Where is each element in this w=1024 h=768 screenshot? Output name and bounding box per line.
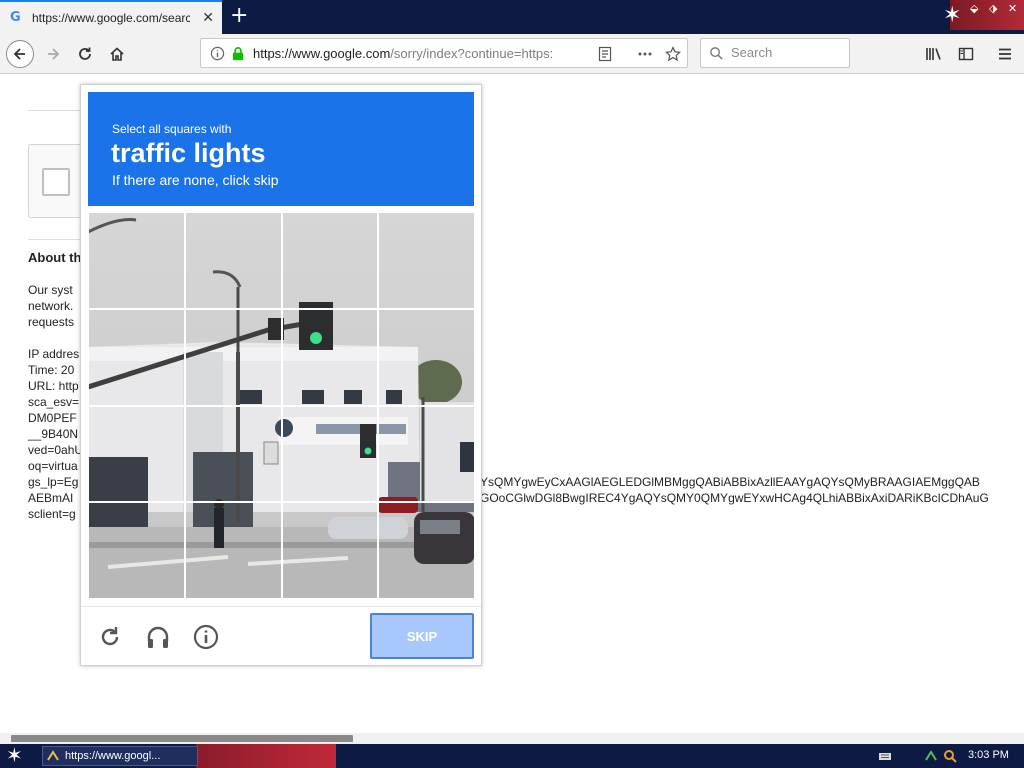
star-logo-icon: ✶ — [943, 2, 962, 27]
page-text-line: gs_lp=Eg — [28, 475, 79, 489]
forward-arrow-icon — [48, 48, 60, 60]
grid-tile[interactable] — [88, 212, 185, 309]
maximize-icon[interactable]: ⬗ — [989, 3, 999, 14]
library-button[interactable] — [920, 40, 948, 68]
taskbar: ✶ https://www.googl... 3:03 PM — [0, 744, 1024, 768]
hamburger-menu-icon — [999, 48, 1011, 60]
challenge-header: Select all squares with traffic lights I… — [88, 92, 474, 206]
grid-tile[interactable] — [88, 502, 185, 599]
taskbar-browser-button[interactable]: https://www.googl... — [42, 746, 198, 766]
search-icon — [710, 47, 723, 60]
home-icon — [110, 47, 124, 61]
tab-strip: G https://www.google.com/search? ✕ + ✶ ⬙… — [0, 0, 1024, 34]
image-grid — [88, 212, 475, 599]
info-icon[interactable] — [192, 623, 220, 651]
about-heading: About th — [28, 250, 82, 265]
recaptcha-challenge-dialog: Select all squares with traffic lights I… — [80, 84, 482, 666]
grid-tile[interactable] — [184, 308, 282, 406]
recaptcha-widget — [28, 144, 88, 218]
forward-button[interactable] — [39, 40, 67, 68]
grid-tile[interactable] — [184, 502, 282, 599]
active-tab[interactable]: G https://www.google.com/search? ✕ — [0, 0, 222, 34]
taskbar-button-label: https://www.googl... — [65, 750, 161, 762]
page-text-line-overflow: GOoCGlwDGl8BwgIREC4YgAQYsQMY0QMYgwEYxwHC… — [480, 491, 989, 505]
image-tiles — [88, 212, 475, 599]
footer-divider — [81, 606, 481, 607]
grid-tile[interactable] — [281, 212, 379, 309]
url-bar[interactable]: https://www.google.com/sorry/index?conti… — [200, 38, 688, 68]
divider — [28, 110, 88, 111]
taskbar-accent — [196, 744, 336, 768]
page-text-line: network. — [28, 299, 74, 313]
search-tray-icon[interactable] — [943, 749, 957, 763]
navigation-toolbar: https://www.google.com/sorry/index?conti… — [0, 34, 1024, 74]
tab-close-icon[interactable]: ✕ — [202, 10, 214, 26]
new-tab-button[interactable]: + — [230, 5, 248, 27]
url-text[interactable]: https://www.google.com/sorry/index?conti… — [253, 46, 563, 61]
close-window-icon[interactable]: ✕ — [1008, 3, 1018, 14]
minimize-icon[interactable]: ⬙ — [970, 3, 980, 14]
grid-tile[interactable] — [281, 405, 379, 503]
grid-tile[interactable] — [378, 212, 475, 309]
search-box[interactable] — [700, 38, 850, 68]
sidebar-icon — [958, 47, 974, 61]
page-text-line: AEBmAI — [28, 491, 74, 505]
page-text-line: sca_esv= — [28, 395, 80, 409]
recaptcha-checkbox[interactable] — [42, 168, 70, 196]
target-object-label: traffic lights — [111, 138, 266, 168]
instruction-subtext: If there are none, click skip — [112, 172, 279, 188]
horizontal-scrollbar[interactable] — [0, 733, 1024, 744]
page-text-line: requests — [28, 315, 75, 329]
reload-icon — [79, 47, 91, 60]
page-text-line: oq=virtua — [28, 459, 78, 473]
grid-tile[interactable] — [184, 405, 282, 503]
instruction-text: Select all squares with — [112, 122, 232, 136]
window-controls: ⬙ ⬗ ✕ — [970, 3, 1018, 14]
page-text-line-overflow: YsQMYgwEyCxAAGlAEGLEDGlMBMggQABiABBixAzl… — [480, 475, 980, 489]
scrollbar-thumb[interactable] — [11, 735, 353, 742]
url-path: /sorry/index?continue=https: — [390, 46, 554, 61]
bookmark-star-icon[interactable] — [665, 46, 681, 62]
taskbar-clock: 3:03 PM — [968, 749, 1009, 761]
reader-view-icon[interactable] — [597, 46, 613, 62]
grid-tile[interactable] — [281, 502, 379, 599]
page-text-line: ved=0ahU — [28, 443, 84, 457]
library-icon — [926, 48, 941, 60]
page-text-line: Our syst — [28, 283, 73, 297]
divider — [28, 239, 88, 240]
grid-tile[interactable] — [378, 405, 475, 503]
keyboard-tray-icon[interactable] — [878, 749, 892, 763]
grid-tile[interactable] — [378, 502, 475, 599]
reload-icon[interactable] — [96, 623, 124, 651]
page-actions-icon[interactable] — [637, 46, 653, 62]
page-text-line: Time: 20 — [28, 363, 75, 377]
page-text-line: sclient=g — [28, 507, 76, 521]
page-text-line: __9B40N — [28, 427, 79, 441]
sidebar-button[interactable] — [952, 40, 980, 68]
back-arrow-icon — [13, 48, 25, 60]
reload-button[interactable] — [71, 40, 99, 68]
audio-headphones-icon[interactable] — [144, 623, 172, 651]
google-favicon-icon: G — [10, 10, 21, 25]
grid-tile[interactable] — [378, 308, 475, 406]
url-host: https://www.google.com — [253, 46, 391, 61]
page-text-line: DM0PEF — [28, 411, 77, 425]
site-info-icon[interactable] — [210, 46, 225, 61]
search-input[interactable] — [731, 45, 843, 60]
network-tray-icon[interactable] — [924, 749, 938, 763]
lock-icon — [232, 47, 244, 61]
tab-title: https://www.google.com/search? — [32, 11, 190, 25]
grid-tile[interactable] — [88, 405, 185, 503]
page-text-line: IP addres — [28, 347, 80, 361]
skip-button[interactable]: SKIP — [370, 613, 474, 659]
page-text-line: URL: http — [28, 379, 79, 393]
home-button[interactable] — [103, 40, 131, 68]
start-menu-star-icon[interactable]: ✶ — [6, 744, 23, 768]
grid-tile[interactable] — [281, 308, 379, 406]
grid-tile[interactable] — [88, 308, 185, 406]
browser-app-icon — [47, 750, 59, 761]
grid-tile[interactable] — [184, 212, 282, 309]
menu-button[interactable] — [991, 40, 1019, 68]
back-button[interactable] — [6, 40, 34, 68]
